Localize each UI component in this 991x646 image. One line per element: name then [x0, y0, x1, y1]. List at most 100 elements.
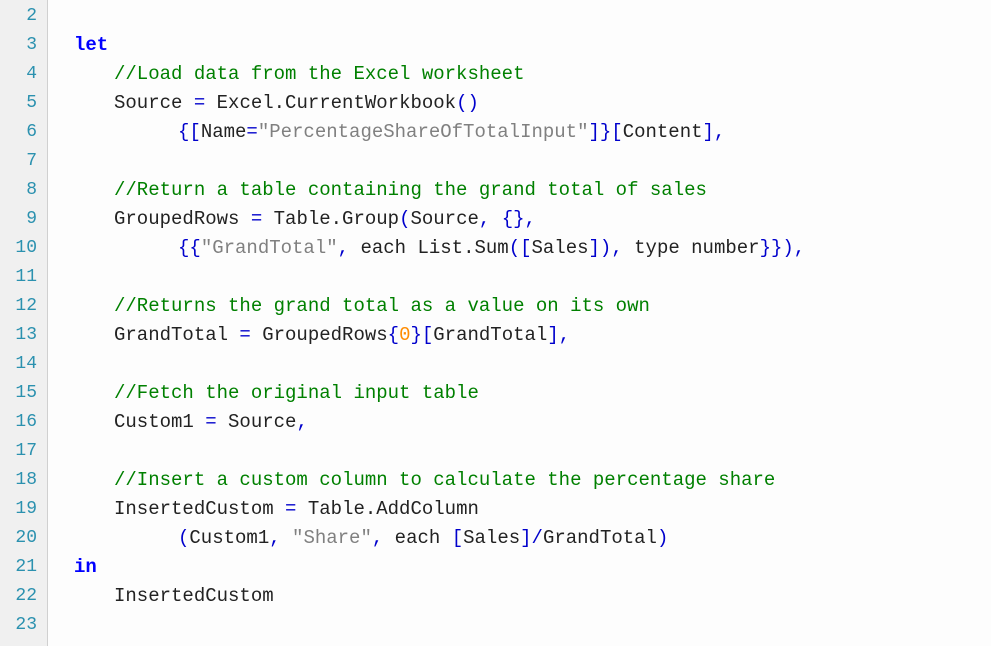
code-line[interactable]: (Custom1, "Share", each [Sales]/GrandTot… [50, 524, 991, 553]
line-number: 16 [0, 408, 47, 437]
line-number: 19 [0, 495, 47, 524]
line-number: 20 [0, 524, 47, 553]
token-num: 0 [399, 324, 410, 346]
token-kw: in [74, 556, 97, 578]
token-plain: Table.Group [262, 208, 399, 230]
token-plain: InsertedCustom [114, 585, 274, 607]
line-number: 9 [0, 205, 47, 234]
token-punct: {{ [178, 237, 201, 259]
token-plain: GroupedRows [251, 324, 388, 346]
token-punct: ) [657, 527, 668, 549]
line-number: 18 [0, 466, 47, 495]
line-number: 13 [0, 321, 47, 350]
line-number: 11 [0, 263, 47, 292]
token-plain: Sales [463, 527, 520, 549]
token-punct: = [194, 92, 205, 114]
line-number: 10 [0, 234, 47, 263]
line-number: 3 [0, 31, 47, 60]
token-plain: each List.Sum [349, 237, 509, 259]
line-number: 23 [0, 611, 47, 640]
token-plain: Source [410, 208, 478, 230]
code-line[interactable] [50, 263, 991, 292]
line-number: 22 [0, 582, 47, 611]
code-line[interactable] [50, 2, 991, 31]
token-punct: ]), [589, 237, 623, 259]
token-punct: = [239, 324, 250, 346]
line-number: 2 [0, 2, 47, 31]
token-plain: Content [623, 121, 703, 143]
line-number: 5 [0, 89, 47, 118]
line-number: 15 [0, 379, 47, 408]
token-plain: each [383, 527, 451, 549]
code-line[interactable] [50, 437, 991, 466]
token-plain: InsertedCustom [114, 498, 285, 520]
code-line[interactable]: //Returns the grand total as a value on … [50, 292, 991, 321]
token-plain: Source [114, 92, 194, 114]
token-punct: }[ [410, 324, 433, 346]
token-punct: ([ [509, 237, 532, 259]
token-punct: () [456, 92, 479, 114]
token-plain: Custom1 [114, 411, 205, 433]
code-line[interactable]: //Insert a custom column to calculate th… [50, 466, 991, 495]
token-plain: GrandTotal [543, 527, 657, 549]
token-plain: Table.AddColumn [296, 498, 478, 520]
line-number: 4 [0, 60, 47, 89]
code-line[interactable]: Source = Excel.CurrentWorkbook() [50, 89, 991, 118]
line-number: 14 [0, 350, 47, 379]
token-plain: GroupedRows [114, 208, 251, 230]
token-plain: Excel.CurrentWorkbook [205, 92, 456, 114]
token-punct: , [269, 527, 292, 549]
token-plain: GrandTotal [114, 324, 239, 346]
code-line[interactable]: {{"GrandTotal", each List.Sum([Sales]), … [50, 234, 991, 263]
token-plain: GrandTotal [433, 324, 547, 346]
code-editor[interactable]: let //Load data from the Excel worksheet S… [48, 0, 991, 646]
code-line[interactable]: //Return a table containing the grand to… [50, 176, 991, 205]
token-punct: ( [399, 208, 410, 230]
token-punct: [ [452, 527, 463, 549]
line-number: 8 [0, 176, 47, 205]
token-punct: ], [703, 121, 726, 143]
token-punct: = [246, 121, 257, 143]
token-kw: let [74, 34, 108, 56]
code-line[interactable]: Custom1 = Source, [50, 408, 991, 437]
code-line[interactable]: {[Name="PercentageShareOfTotalInput"]}[C… [50, 118, 991, 147]
token-punct: , {}, [479, 208, 536, 230]
token-plain: type number [623, 237, 760, 259]
token-str: "Share" [292, 527, 372, 549]
code-line[interactable] [50, 147, 991, 176]
token-punct: , [372, 527, 383, 549]
token-plain: Name [201, 121, 247, 143]
code-line[interactable]: GroupedRows = Table.Group(Source, {}, [50, 205, 991, 234]
code-line[interactable]: //Load data from the Excel worksheet [50, 60, 991, 89]
line-number: 21 [0, 553, 47, 582]
token-punct: = [251, 208, 262, 230]
code-line[interactable]: in [50, 553, 991, 582]
token-com: //Return a table containing the grand to… [114, 179, 707, 201]
token-plain: Custom1 [189, 527, 269, 549]
line-number: 7 [0, 147, 47, 176]
token-punct: , [338, 237, 349, 259]
token-punct: = [285, 498, 296, 520]
token-com: //Load data from the Excel worksheet [114, 63, 524, 85]
code-line[interactable] [50, 350, 991, 379]
token-punct: ]/ [520, 527, 543, 549]
token-punct: ( [178, 527, 189, 549]
line-number-gutter: 234567891011121314151617181920212223 [0, 0, 48, 646]
code-line[interactable]: let [50, 31, 991, 60]
code-line[interactable]: InsertedCustom [50, 582, 991, 611]
line-number: 6 [0, 118, 47, 147]
code-line[interactable] [50, 611, 991, 640]
token-com: //Insert a custom column to calculate th… [114, 469, 775, 491]
token-punct: ], [547, 324, 570, 346]
code-line[interactable]: InsertedCustom = Table.AddColumn [50, 495, 991, 524]
token-plain: Sales [532, 237, 589, 259]
code-line[interactable]: //Fetch the original input table [50, 379, 991, 408]
token-punct: = [205, 411, 216, 433]
token-punct: {[ [178, 121, 201, 143]
token-punct: ]}[ [588, 121, 622, 143]
line-number: 12 [0, 292, 47, 321]
token-str: "PercentageShareOfTotalInput" [258, 121, 589, 143]
token-punct: , [296, 411, 307, 433]
code-line[interactable]: GrandTotal = GroupedRows{0}[GrandTotal], [50, 321, 991, 350]
token-com: //Returns the grand total as a value on … [114, 295, 650, 317]
